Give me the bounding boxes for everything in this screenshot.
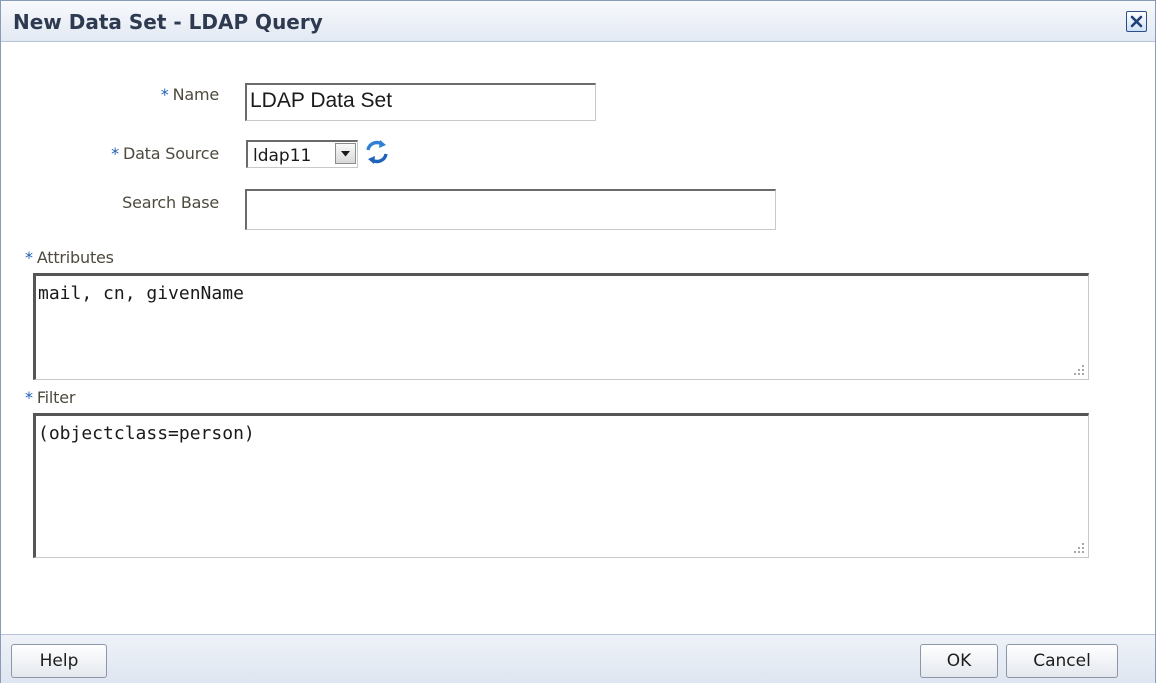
filter-textarea[interactable]: (objectclass=person) <box>33 413 1089 558</box>
new-data-set-dialog: New Data Set - LDAP Query * Name LDAP Dat… <box>0 0 1156 683</box>
help-button[interactable]: Help <box>11 644 107 678</box>
ok-button[interactable]: OK <box>920 644 998 678</box>
attributes-textarea[interactable]: mail, cn, givenName <box>33 273 1089 380</box>
dialog-title: New Data Set - LDAP Query <box>13 10 323 34</box>
dialog-titlebar: New Data Set - LDAP Query <box>1 1 1155 42</box>
chevron-down-icon <box>341 150 350 156</box>
required-marker: * <box>160 85 169 104</box>
attributes-value: mail, cn, givenName <box>38 283 244 304</box>
name-input[interactable]: LDAP Data Set <box>245 83 596 121</box>
name-label: * Name <box>91 85 219 104</box>
search-base-label: Search Base <box>122 193 219 212</box>
required-marker: * <box>25 388 33 407</box>
dropdown-button[interactable] <box>335 143 356 164</box>
data-source-label-text: Data Source <box>122 144 219 163</box>
close-icon <box>1130 15 1143 28</box>
attributes-label: * Attributes <box>25 248 114 267</box>
data-source-value: ldap11 <box>253 146 312 166</box>
search-base-input[interactable] <box>245 189 776 230</box>
filter-value: (objectclass=person) <box>38 423 255 444</box>
resize-grip-icon[interactable] <box>1071 540 1085 554</box>
data-source-select[interactable]: ldap11 <box>246 140 358 168</box>
name-label-text: Name <box>172 85 220 104</box>
required-marker: * <box>111 144 119 163</box>
data-source-label: * Data Source <box>61 144 219 163</box>
refresh-icon[interactable] <box>363 138 391 166</box>
required-marker: * <box>25 248 33 267</box>
filter-label-text: Filter <box>36 388 76 407</box>
cancel-button[interactable]: Cancel <box>1006 644 1118 678</box>
close-button[interactable] <box>1126 11 1147 32</box>
attributes-label-text: Attributes <box>36 248 114 267</box>
filter-label: * Filter <box>25 388 75 407</box>
resize-grip-icon[interactable] <box>1071 362 1085 376</box>
dialog-footer: Help OK Cancel <box>1 634 1155 683</box>
